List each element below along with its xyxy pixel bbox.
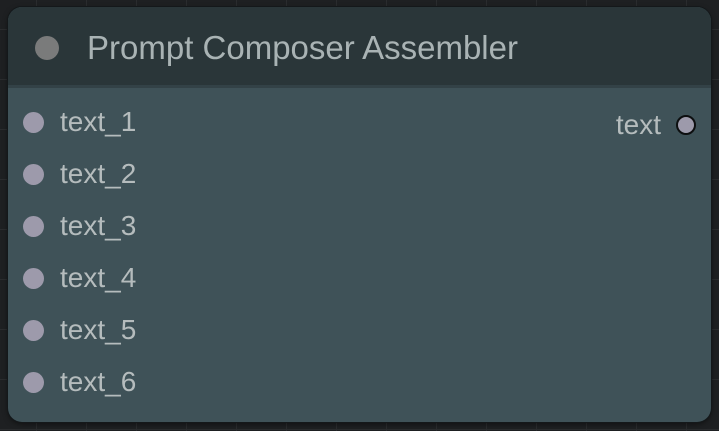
input-slot-text-5[interactable]: text_5 [8, 307, 308, 347]
node-header[interactable]: Prompt Composer Assembler [8, 7, 711, 88]
input-slot-dot-icon[interactable] [23, 268, 44, 289]
input-slot-dot-icon[interactable] [23, 112, 44, 133]
node-title: Prompt Composer Assembler [87, 29, 518, 66]
input-slot-dot-icon[interactable] [23, 216, 44, 237]
input-slot-text-1[interactable]: text_1 [8, 99, 308, 139]
input-slot-dot-icon[interactable] [23, 164, 44, 185]
input-slot-label: text_2 [60, 158, 137, 189]
input-slot-label: text_4 [60, 262, 137, 293]
output-slot-label: text [615, 109, 661, 140]
input-slot-label: text_3 [60, 210, 137, 241]
output-slot-text[interactable]: text [511, 102, 711, 142]
collapse-toggle-icon[interactable] [35, 36, 59, 60]
input-slot-dot-icon[interactable] [23, 320, 44, 341]
input-slot-dot-icon[interactable] [23, 372, 44, 393]
input-slot-label: text_1 [60, 106, 137, 137]
input-slot-text-3[interactable]: text_3 [8, 203, 308, 243]
graph-canvas[interactable]: Prompt Composer Assembler text_1 text_2 … [0, 0, 719, 431]
input-slot-text-2[interactable]: text_2 [8, 151, 308, 191]
prompt-composer-assembler-node[interactable]: Prompt Composer Assembler text_1 text_2 … [8, 7, 711, 422]
input-slot-label: text_6 [60, 366, 137, 397]
input-slot-text-6[interactable]: text_6 [8, 359, 308, 399]
input-slot-label: text_5 [60, 314, 137, 345]
input-slot-text-4[interactable]: text_4 [8, 255, 308, 295]
output-slot-dot-icon[interactable] [676, 115, 696, 135]
